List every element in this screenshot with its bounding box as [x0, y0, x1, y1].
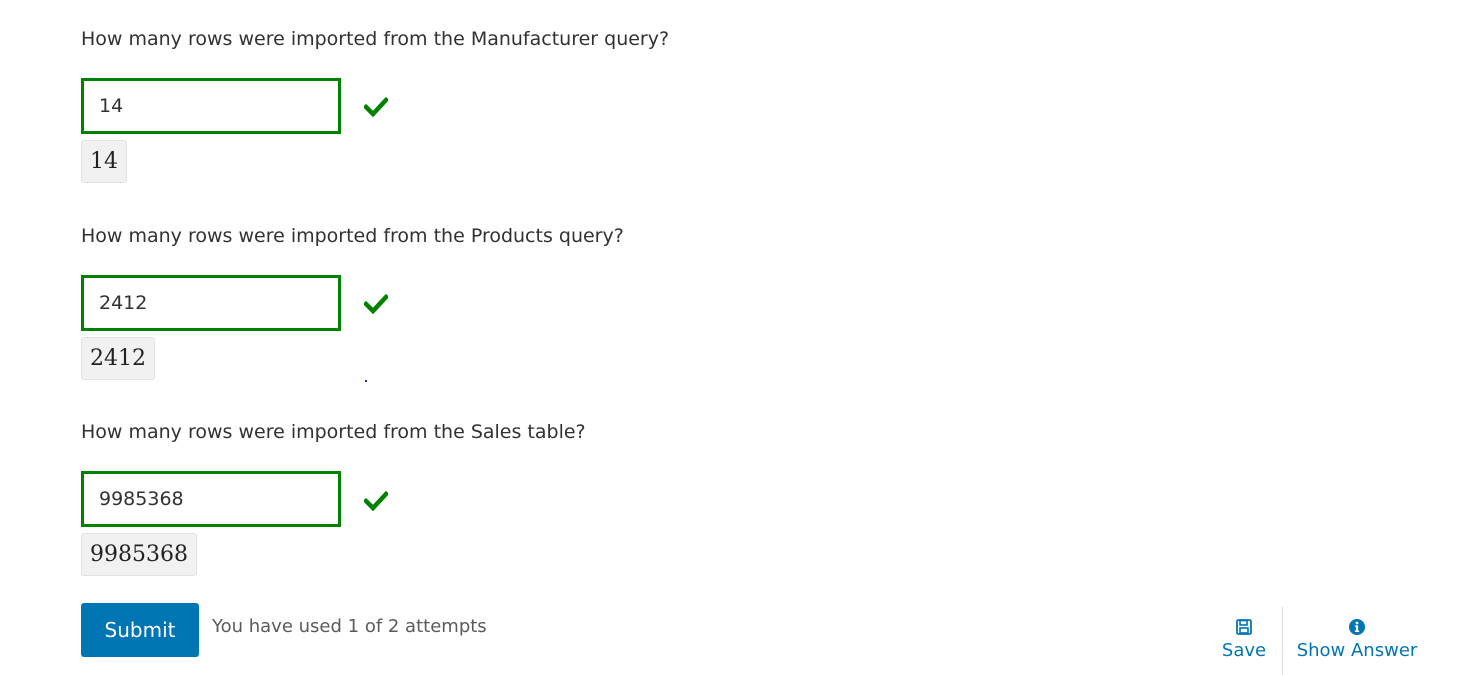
question-3-answer-input[interactable] [81, 471, 341, 527]
stray-dot [365, 380, 367, 382]
question-1-preview: 14 [81, 140, 127, 183]
question-2-answer-input[interactable] [81, 275, 341, 331]
question-1-answer-input[interactable] [81, 78, 341, 134]
question-2-text: How many rows were imported from the Pro… [81, 225, 624, 247]
checkmark-icon [364, 490, 388, 512]
checkmark-icon [364, 293, 388, 315]
attempts-text: You have used 1 of 2 attempts [212, 616, 487, 637]
question-3-preview: 9985368 [81, 533, 197, 576]
save-label: Save [1221, 640, 1267, 661]
problem-page: How many rows were imported from the Man… [0, 0, 1457, 675]
info-circle-icon [1349, 619, 1365, 635]
question-2-preview: 2412 [81, 337, 155, 380]
action-divider [1282, 607, 1283, 675]
show-answer-button[interactable]: Show Answer [1296, 618, 1418, 661]
show-answer-label: Show Answer [1296, 640, 1418, 661]
submit-button[interactable]: Submit [81, 603, 199, 657]
checkmark-icon [364, 96, 388, 118]
save-button[interactable]: Save [1217, 618, 1271, 661]
floppy-disk-icon [1236, 619, 1252, 635]
question-3-text: How many rows were imported from the Sal… [81, 421, 586, 443]
question-1-text: How many rows were imported from the Man… [81, 28, 670, 50]
